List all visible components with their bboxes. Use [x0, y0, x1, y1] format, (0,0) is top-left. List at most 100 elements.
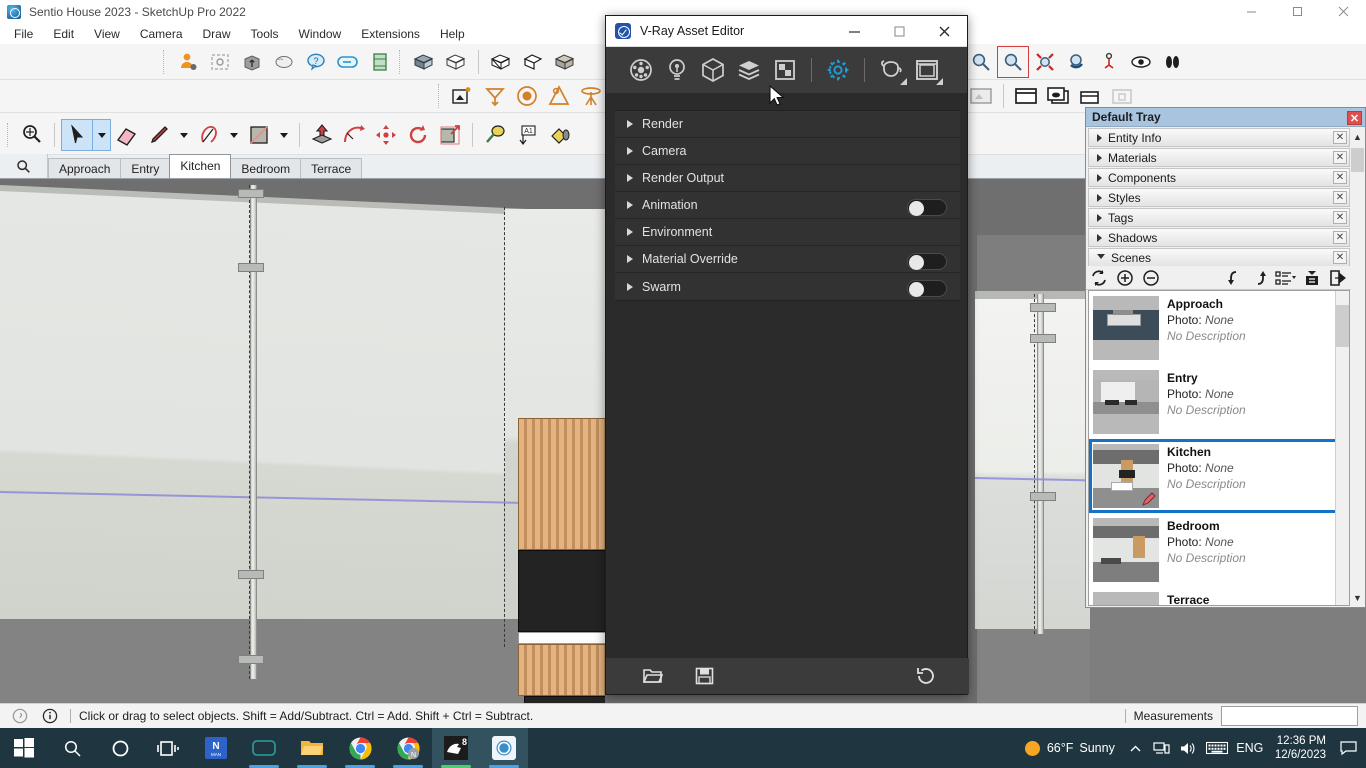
- close-icon[interactable]: ✕: [1347, 111, 1362, 125]
- arc-tool-icon[interactable]: [193, 119, 225, 151]
- menu-file[interactable]: File: [4, 25, 43, 43]
- zoom-extents-icon[interactable]: [1029, 46, 1061, 78]
- vray-ies-light-icon[interactable]: [575, 80, 607, 112]
- menu-window[interactable]: Window: [289, 25, 352, 43]
- file-explorer-icon[interactable]: [288, 728, 336, 768]
- vray-row-render-output[interactable]: Render Output: [615, 165, 960, 192]
- toolbar-grip[interactable]: [7, 123, 13, 147]
- rotate-tool-icon[interactable]: [402, 119, 434, 151]
- chrome-beta-icon[interactable]: N: [384, 728, 432, 768]
- textured-box-icon[interactable]: [549, 46, 581, 78]
- view-options-icon[interactable]: [1273, 267, 1299, 289]
- volume-icon[interactable]: [1175, 728, 1201, 768]
- add-scene-photo-icon[interactable]: [447, 80, 479, 112]
- vray-light-dome-icon[interactable]: [479, 80, 511, 112]
- text-tool-icon[interactable]: A1: [511, 119, 543, 151]
- menu-draw[interactable]: Draw: [193, 25, 241, 43]
- white-box-icon[interactable]: [517, 46, 549, 78]
- wireframe-box-icon[interactable]: [440, 46, 472, 78]
- material-override-toggle[interactable]: [907, 253, 947, 270]
- select-dropdown-icon[interactable]: [93, 119, 111, 151]
- save-icon[interactable]: [685, 661, 723, 691]
- move-scene-up-icon[interactable]: [1247, 267, 1273, 289]
- toolbar-grip[interactable]: [163, 49, 169, 74]
- box-upload-icon[interactable]: [236, 46, 268, 78]
- line-tool-icon[interactable]: [143, 119, 175, 151]
- list-item[interactable]: Entry Photo: None No Description: [1089, 365, 1349, 439]
- tray-panel-tags[interactable]: Tags ✕: [1088, 208, 1350, 227]
- close-icon[interactable]: ✕: [1333, 151, 1347, 164]
- search-icon[interactable]: [48, 728, 96, 768]
- task-view-icon[interactable]: [144, 728, 192, 768]
- close-icon[interactable]: ✕: [1333, 211, 1347, 224]
- minimize-icon[interactable]: [832, 16, 877, 47]
- move-scene-down-icon[interactable]: [1221, 267, 1247, 289]
- pushpull-tool-icon[interactable]: [306, 119, 338, 151]
- render-teapot-icon[interactable]: [873, 52, 909, 88]
- show-hidden-icons-icon[interactable]: [1123, 728, 1149, 768]
- render-elements-icon[interactable]: [731, 52, 767, 88]
- show-details-icon[interactable]: [1325, 267, 1351, 289]
- tray-scrollbar-thumb[interactable]: [1351, 148, 1364, 172]
- swarm-toggle[interactable]: [907, 280, 947, 297]
- chevron-up-icon[interactable]: ▲: [1351, 129, 1364, 145]
- render-frame-buffer-icon[interactable]: [909, 52, 945, 88]
- select-tool-icon[interactable]: [61, 119, 93, 151]
- animation-toggle[interactable]: [907, 199, 947, 216]
- close-icon[interactable]: ✕: [1333, 191, 1347, 204]
- chrome-icon[interactable]: [336, 728, 384, 768]
- keyboard-icon[interactable]: [1201, 728, 1233, 768]
- measurements-input[interactable]: [1221, 706, 1358, 726]
- vray-sphere-light-icon[interactable]: [511, 80, 543, 112]
- textures-icon[interactable]: [767, 52, 803, 88]
- model-info-icon[interactable]: [1042, 80, 1074, 112]
- geometry-icon[interactable]: [695, 52, 731, 88]
- vray-row-material-override[interactable]: Material Override: [615, 246, 960, 273]
- vray-row-environment[interactable]: Environment: [615, 219, 960, 246]
- start-button-icon[interactable]: [0, 728, 48, 768]
- vray-row-render[interactable]: Render: [615, 111, 960, 138]
- rectangle-dropdown-icon[interactable]: [275, 119, 293, 151]
- eraser-tool-icon[interactable]: [111, 119, 143, 151]
- list-item[interactable]: Approach Photo: None No Description: [1089, 291, 1349, 365]
- dropdown-corner-icon[interactable]: [900, 78, 907, 85]
- tray-panel-styles[interactable]: Styles ✕: [1088, 188, 1350, 207]
- notion-icon[interactable]: N MAN: [192, 728, 240, 768]
- default-tray-icon[interactable]: [1010, 80, 1042, 112]
- help-bubble-icon[interactable]: ?: [300, 46, 332, 78]
- scene-tab-approach[interactable]: Approach: [48, 158, 122, 178]
- rectangle-tool-icon[interactable]: [243, 119, 275, 151]
- scene-tab-terrace[interactable]: Terrace: [300, 158, 363, 178]
- info-circle-icon[interactable]: [38, 704, 62, 728]
- tray-panel-shadows[interactable]: Shadows ✕: [1088, 228, 1350, 247]
- minimize-icon[interactable]: [1228, 0, 1274, 23]
- dropdown-corner-icon[interactable]: [936, 78, 943, 85]
- list-item[interactable]: Kitchen Photo: None No Description: [1089, 439, 1349, 513]
- list-item[interactable]: Terrace: [1089, 587, 1349, 605]
- close-icon[interactable]: ✕: [1333, 231, 1347, 244]
- toolbar-grip[interactable]: [399, 49, 405, 74]
- vray-asset-editor-window[interactable]: V-Ray Asset Editor Render Camera Render …: [605, 15, 969, 695]
- close-icon[interactable]: ✕: [1333, 251, 1347, 264]
- select-all-icon[interactable]: [204, 46, 236, 78]
- remove-scene-icon[interactable]: [1138, 267, 1164, 289]
- weather-widget[interactable]: 66°F Sunny: [1017, 740, 1123, 756]
- update-scene-icon[interactable]: [1086, 267, 1112, 289]
- move-tool-icon[interactable]: [370, 119, 402, 151]
- scene-tab-kitchen[interactable]: Kitchen: [169, 154, 232, 178]
- toolbar-grip[interactable]: [438, 84, 444, 108]
- scale-tool-icon[interactable]: [434, 119, 466, 151]
- paint-bucket-icon[interactable]: [543, 119, 575, 151]
- display-window-icon[interactable]: [965, 80, 997, 112]
- vray-row-camera[interactable]: Camera: [615, 138, 960, 165]
- rhino-icon[interactable]: 8: [432, 728, 480, 768]
- zoom-tool-icon[interactable]: [16, 119, 48, 151]
- followme-tool-icon[interactable]: [338, 119, 370, 151]
- open-folder-icon[interactable]: [634, 661, 672, 691]
- maximize-icon[interactable]: [877, 16, 922, 47]
- tray-panel-scenes[interactable]: Scenes ✕: [1088, 248, 1350, 267]
- scenes-list-scroll-thumb[interactable]: [1335, 305, 1349, 347]
- scenes-list-scrollbar[interactable]: [1335, 291, 1349, 605]
- scenes-list[interactable]: Approach Photo: None No Description Entr…: [1088, 290, 1350, 606]
- hidden-line-box-icon[interactable]: [485, 46, 517, 78]
